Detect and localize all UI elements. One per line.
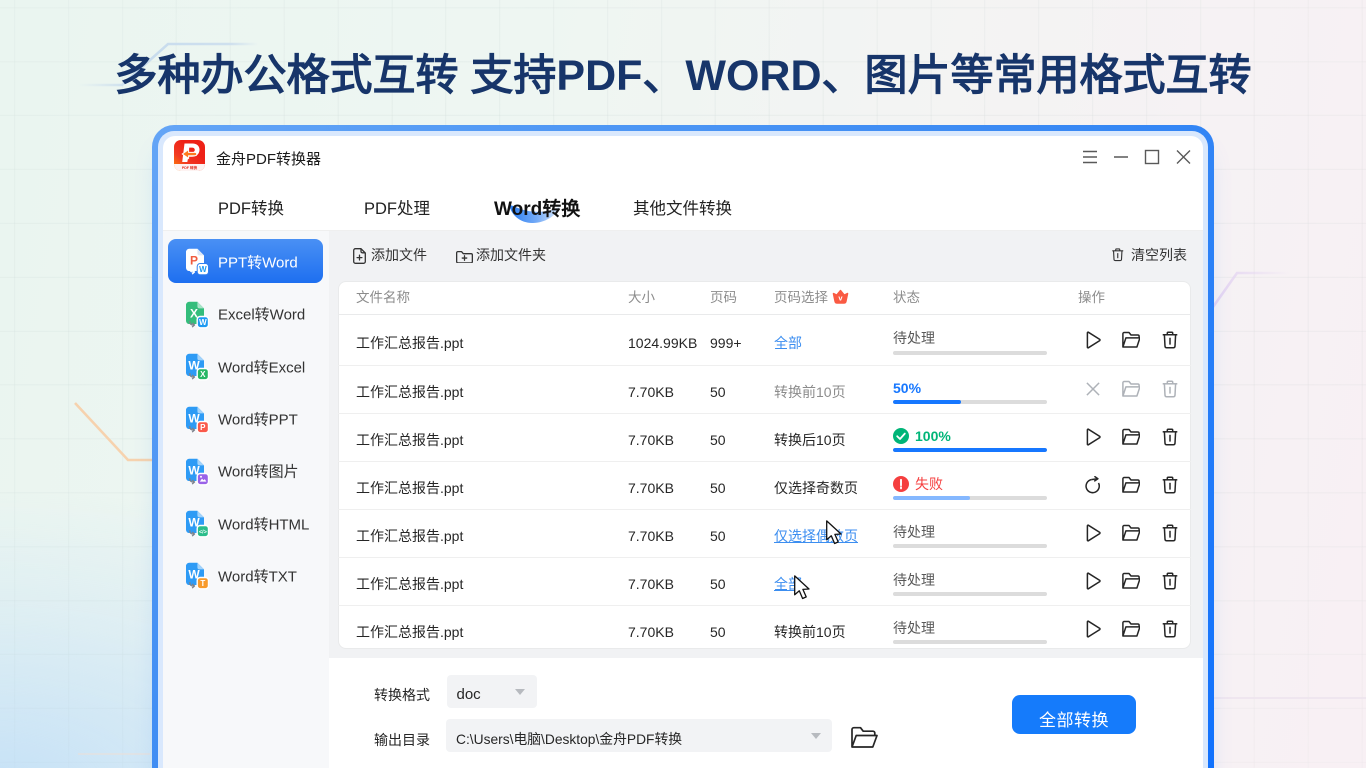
- svg-text:PDF 转换: PDF 转换: [182, 165, 198, 170]
- svg-text:W: W: [199, 265, 207, 274]
- svg-text:X: X: [200, 370, 206, 379]
- svg-text:P: P: [200, 423, 206, 432]
- svg-text:T: T: [200, 579, 205, 588]
- svg-text:</>: </>: [199, 530, 207, 536]
- svg-text:W: W: [199, 318, 207, 327]
